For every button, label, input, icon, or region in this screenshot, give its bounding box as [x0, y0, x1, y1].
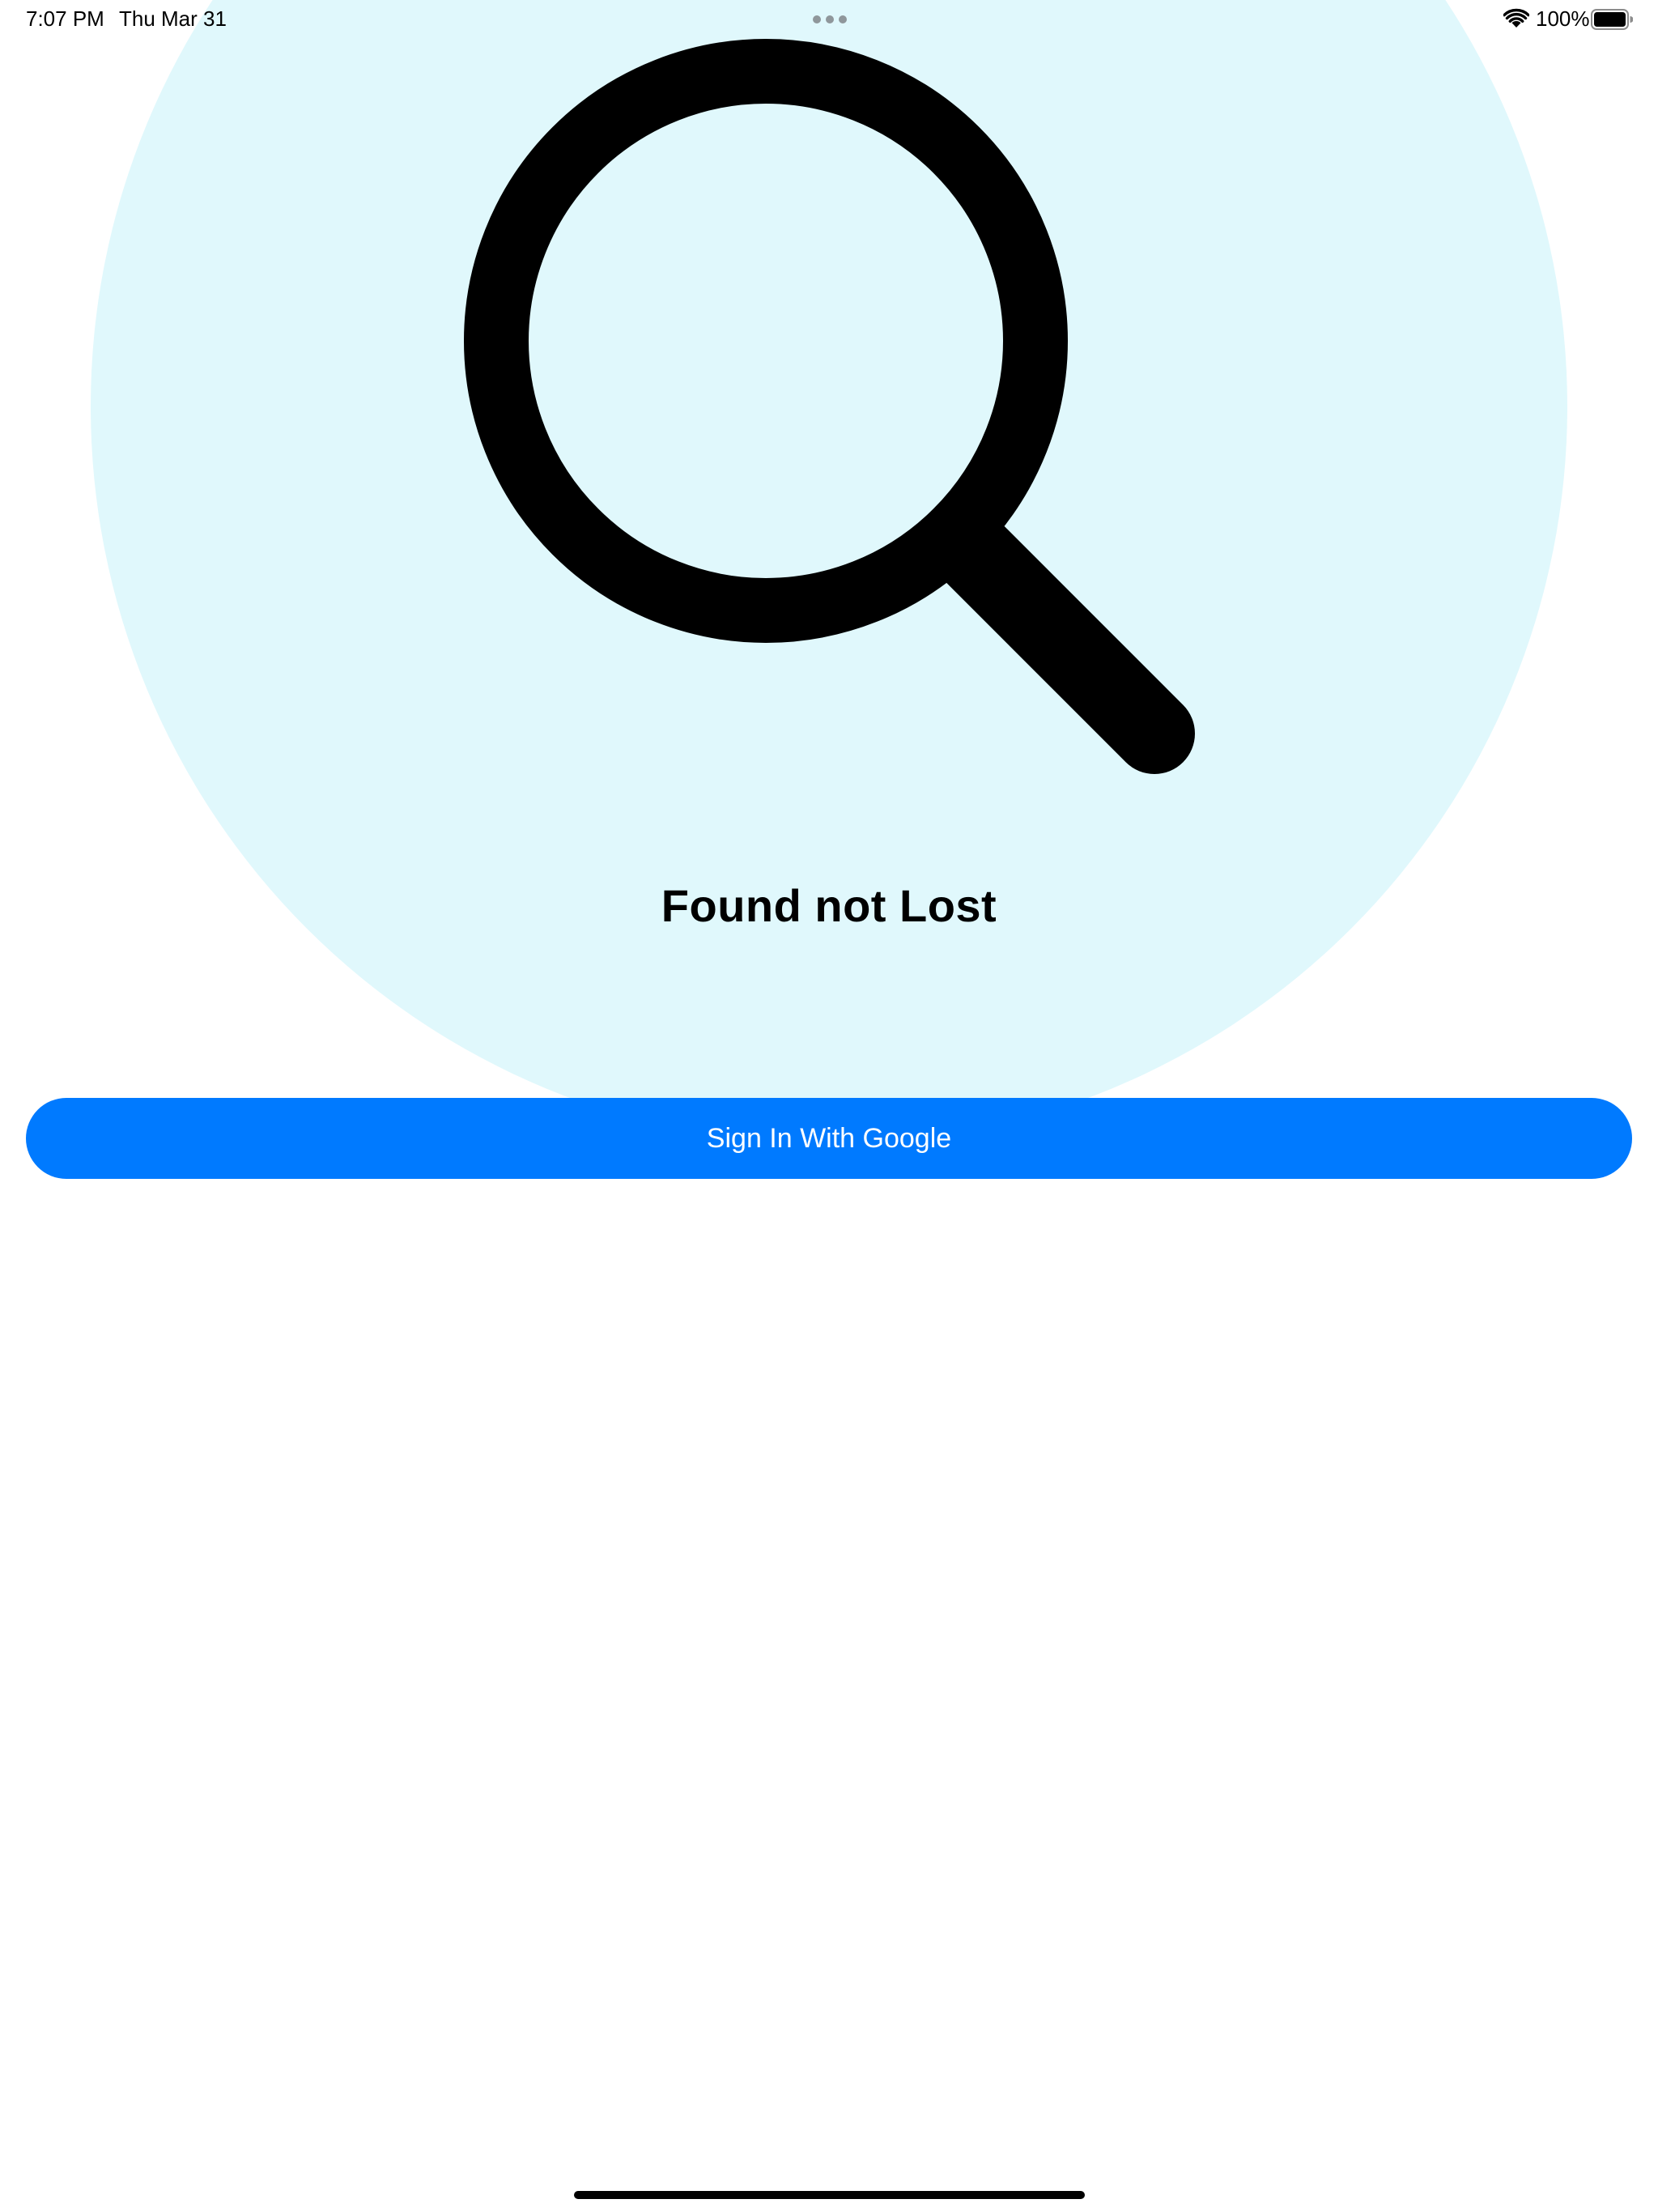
multitasking-menu[interactable]: [813, 15, 847, 23]
battery-percentage: 100%: [1536, 6, 1590, 31]
dot-icon: [813, 15, 821, 23]
status-date: Thu Mar 31: [119, 6, 227, 31]
wifi-icon: [1503, 8, 1529, 28]
status-time: 7:07 PM: [26, 6, 104, 31]
home-indicator[interactable]: [574, 2191, 1085, 2199]
status-bar: 7:07 PM Thu Mar 31 100%: [0, 0, 1658, 39]
magnifying-glass-icon: [464, 39, 1195, 774]
dot-icon: [826, 15, 834, 23]
battery-full-icon: [1591, 9, 1633, 30]
dot-icon: [839, 15, 847, 23]
app-title: Found not Lost: [661, 880, 997, 931]
sign-in-with-google-button[interactable]: Sign In With Google: [26, 1098, 1632, 1179]
